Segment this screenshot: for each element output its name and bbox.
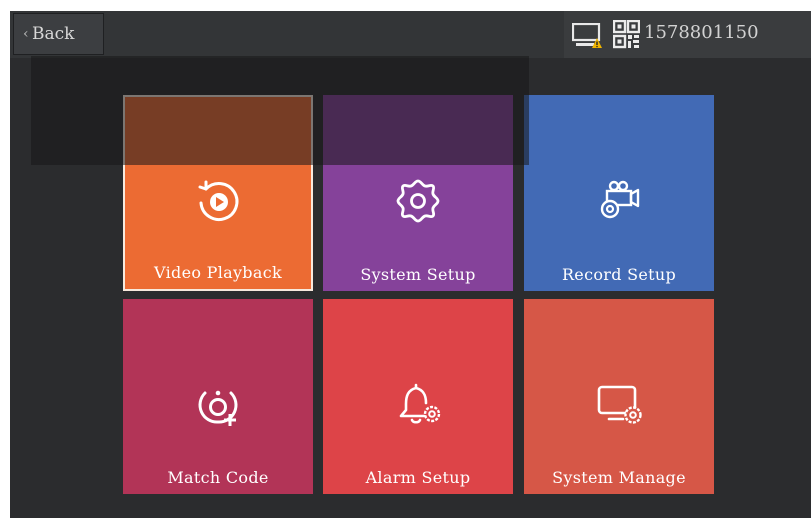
camera-settings-icon bbox=[600, 180, 640, 219]
qr-code-icon bbox=[613, 20, 640, 49]
alarm-setup-tile[interactable]: Alarm Setup bbox=[323, 299, 513, 494]
monitor-warning-icon bbox=[572, 23, 602, 48]
tile-label: System Setup bbox=[360, 265, 476, 284]
back-label: Back bbox=[32, 24, 75, 44]
match-code-tile[interactable]: Match Code bbox=[123, 299, 313, 494]
device-id: 1578801150 bbox=[644, 22, 759, 43]
system-setup-tile[interactable]: System Setup bbox=[323, 95, 513, 291]
match-add-icon bbox=[198, 390, 238, 426]
tile-label: System Manage bbox=[552, 468, 686, 487]
record-setup-tile[interactable]: Record Setup bbox=[524, 95, 714, 291]
video-playback-tile[interactable]: Video Playback bbox=[123, 95, 313, 291]
system-manage-tile[interactable]: System Manage bbox=[524, 299, 714, 494]
tile-label: Alarm Setup bbox=[365, 468, 471, 487]
tile-label: Record Setup bbox=[561, 265, 677, 284]
tile-label: Match Code bbox=[167, 468, 269, 487]
dvr-screen: ‹ Back 1578801150 Video Playback System … bbox=[10, 11, 811, 518]
top-bar: ‹ Back 1578801150 bbox=[10, 11, 811, 58]
tile-label: Video Playback bbox=[154, 263, 282, 282]
bell-settings-icon bbox=[399, 383, 441, 424]
status-area: 1578801150 bbox=[564, 11, 811, 58]
chevron-left-icon: ‹ bbox=[23, 26, 29, 42]
replay-play-icon bbox=[198, 180, 239, 221]
back-button[interactable]: ‹ Back bbox=[13, 13, 104, 55]
gear-icon bbox=[396, 179, 440, 223]
monitor-settings-icon bbox=[597, 385, 642, 424]
